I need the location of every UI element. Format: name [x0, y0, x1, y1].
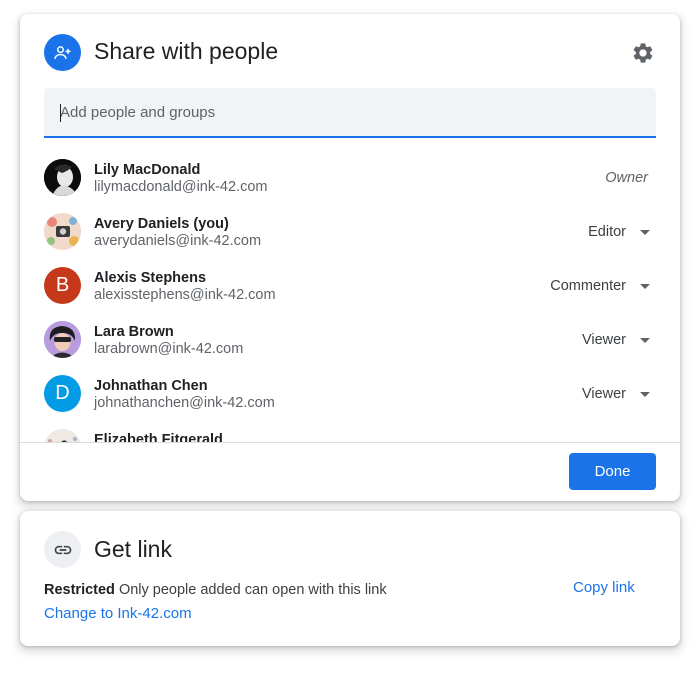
person-email: averydaniels@ink-42.com [94, 233, 262, 249]
person-row: B Alexis Stephens alexisstephens@ink-42.… [20, 261, 680, 315]
restriction-label: Restricted [44, 582, 115, 598]
role-text: Viewer [581, 386, 626, 402]
dialog-title: Share with people [94, 38, 279, 64]
footer-divider [20, 442, 680, 443]
role-label: Owner [605, 170, 648, 186]
person-name: Avery Daniels (you) [94, 216, 229, 232]
person-name: Alexis Stephens [94, 270, 207, 286]
person-email: johnathanchen@ink-42.com [94, 395, 275, 411]
person-row: D Johnathan Chen johnathanchen@ink-42.co… [20, 369, 680, 423]
avatar-initial: B [55, 274, 70, 296]
role-dropdown[interactable]: Commenter [550, 278, 650, 294]
share-dialog: Share with people Lily MacDonald lilymac… [20, 14, 680, 501]
dropdown-arrow-icon [640, 337, 650, 343]
avatar-initial: D [55, 382, 70, 404]
avatar: D [44, 375, 81, 412]
get-link-panel: Get link Restricted Only people added ca… [20, 511, 680, 646]
avatar [44, 159, 81, 196]
person-name: Elizabeth Fitgerald [94, 432, 223, 442]
person-name: Johnathan Chen [94, 378, 208, 394]
people-list[interactable]: Lily MacDonald lilymacdonald@ink-42.com … [20, 148, 680, 442]
add-people-field[interactable] [44, 88, 656, 138]
role-dropdown[interactable]: Viewer [582, 386, 650, 402]
restriction-text: Restricted Only people added can open wi… [44, 582, 387, 598]
link-title: Get link [94, 536, 172, 562]
avatar [44, 429, 81, 442]
avatar: B [44, 267, 81, 304]
person-row: Avery Daniels (you) averydaniels@ink-42.… [20, 207, 680, 261]
change-access-link[interactable]: Change to Ink-42.com [44, 605, 192, 622]
gear-icon[interactable] [631, 41, 655, 65]
role-text: Commenter [550, 278, 626, 294]
role-text: Editor [588, 224, 626, 240]
dropdown-arrow-icon [640, 283, 650, 289]
text-caret [60, 104, 61, 122]
role-dropdown[interactable]: Editor [588, 224, 650, 240]
person-name: Lily MacDonald [94, 162, 201, 178]
add-person-icon [44, 34, 81, 71]
person-row: Lara Brown larabrown@ink-42.com Viewer [20, 315, 680, 369]
person-email: lilymacdonald@ink-42.com [94, 179, 268, 195]
restriction-description: Only people added can open with this lin… [118, 582, 387, 598]
copy-link-button[interactable]: Copy link [573, 579, 635, 596]
dropdown-arrow-icon [640, 391, 650, 397]
person-email: larabrown@ink-42.com [94, 341, 244, 357]
person-name: Lara Brown [94, 324, 174, 340]
role-text: Owner [605, 170, 648, 186]
person-email: alexisstephens@ink-42.com [94, 287, 276, 303]
role-text: Viewer [581, 332, 626, 348]
avatar [44, 321, 81, 358]
person-row: Lily MacDonald lilymacdonald@ink-42.com … [20, 153, 680, 207]
role-dropdown[interactable]: Viewer [582, 332, 650, 348]
person-row: Elizabeth Fitgerald Editor [20, 423, 680, 442]
link-icon [44, 531, 81, 568]
add-people-input[interactable] [44, 88, 656, 136]
done-button[interactable]: Done [569, 453, 656, 490]
dropdown-arrow-icon [640, 229, 650, 235]
avatar [44, 213, 81, 250]
